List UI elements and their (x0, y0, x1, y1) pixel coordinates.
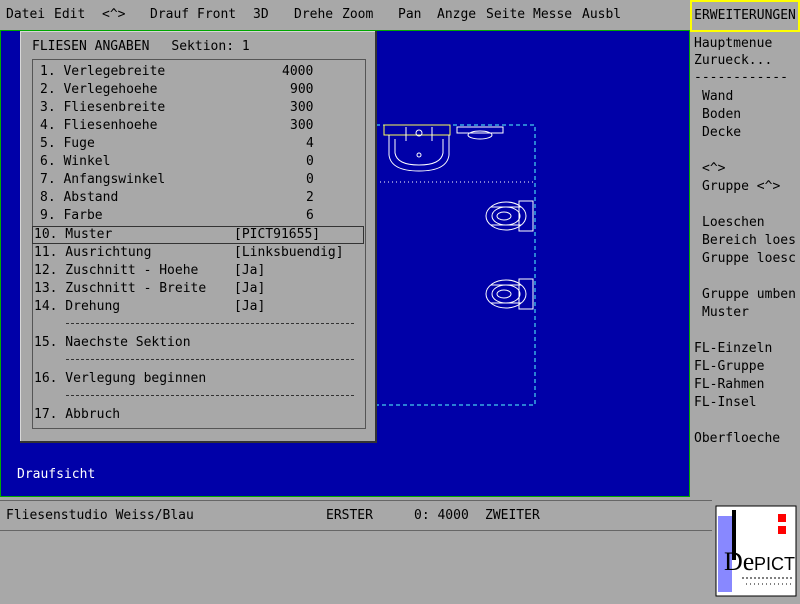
row-value: [Ja] (234, 263, 266, 278)
menu-anzge[interactable]: Anzge (437, 7, 476, 22)
sidebar-item-muster[interactable]: Muster (702, 305, 749, 320)
row-label: 5. Fuge (40, 136, 95, 151)
sidebar-item-gruppe-loeschen[interactable]: Gruppe loesc (702, 251, 796, 266)
sidebar-item-decke[interactable]: Decke (702, 125, 741, 140)
menu-zoom[interactable]: Zoom (342, 7, 373, 22)
command-area[interactable] (0, 530, 712, 601)
row-label: 12. Zuschnitt - Hoehe (34, 263, 199, 278)
sidebar-item-fl-rahmen[interactable]: FL-Rahmen (694, 377, 764, 392)
row-value: [Ja] (234, 281, 266, 296)
row-value: 4000 (282, 64, 314, 79)
sidebar-item-gruppe-select[interactable]: Gruppe <^> (702, 179, 780, 194)
next-section-label: 15. Naechste Sektion (34, 335, 191, 350)
row-value: [PICT91655] (234, 227, 321, 242)
menu-datei[interactable]: Datei (6, 7, 45, 22)
row-label: 11. Ausrichtung (34, 245, 152, 260)
project-name: Fliesenstudio Weiss/Blau (6, 508, 194, 523)
menu-3d[interactable]: 3D (253, 7, 269, 22)
right-sidebar: Hauptmenue Zurueck... ------------ Wand … (692, 30, 800, 500)
row-label: 4. Fliesenhoehe (40, 118, 158, 133)
status-bar: Fliesenstudio Weiss/Blau ERSTER 0: 4000 … (0, 500, 712, 531)
section-label: Sektion: 1 (171, 39, 250, 54)
sidebar-item-fl-insel[interactable]: FL-Insel (694, 395, 757, 410)
svg-text:PICT: PICT (754, 554, 795, 574)
sidebar-item-fl-einzeln[interactable]: FL-Einzeln (694, 341, 772, 356)
row-value: 6 (306, 208, 314, 223)
menu-edit[interactable]: Edit (54, 7, 85, 22)
sidebar-item-select[interactable]: <^> (702, 161, 725, 176)
row-value: 300 (290, 118, 314, 133)
sidebar-item-gruppe-umbenennen[interactable]: Gruppe umben (702, 287, 796, 302)
sidebar-item-oberflaeche[interactable]: Oberfloeche (694, 431, 780, 446)
sidebar-item-loeschen[interactable]: Loeschen (702, 215, 765, 230)
row-label: 3. Fliesenbreite (40, 100, 166, 115)
menu-drehe[interactable]: Drehe (294, 7, 333, 22)
separator (66, 323, 354, 324)
row-label: 8. Abstand (40, 190, 119, 205)
row-label: 9. Farbe (40, 208, 103, 223)
row-value: [Linksbuendig] (234, 245, 344, 260)
fliesen-dialog: FLIESEN ANGABEN Sektion: 1 1. Verlegebrei… (20, 31, 377, 443)
start-laying-label: 16. Verlegung beginnen (34, 371, 207, 386)
row-label: 13. Zuschnitt - Breite (34, 281, 207, 296)
sidebar-item-wand[interactable]: Wand (702, 89, 733, 104)
menu-bar: Datei Edit <^> Drauf Front 3D Drehe Zoom… (0, 0, 690, 30)
sidebar-separator: ------------ (694, 70, 788, 85)
view-label: Draufsicht (17, 467, 96, 482)
sidebar-item-hauptmenue[interactable]: Hauptmenue (694, 36, 772, 51)
menu-front[interactable]: Front (197, 7, 236, 22)
erweiterungen-button[interactable]: ERWEITERUNGEN (690, 0, 800, 32)
row-value: 4 (306, 136, 314, 151)
menu-pan[interactable]: Pan (398, 7, 421, 22)
second-label: ZWEITER (485, 508, 540, 523)
row-label: 6. Winkel (40, 154, 111, 169)
row-value: [Ja] (234, 299, 266, 314)
row-value: 0 (306, 154, 314, 169)
sidebar-item-fl-gruppe[interactable]: FL-Gruppe (694, 359, 764, 374)
sidebar-item-boden[interactable]: Boden (702, 107, 741, 122)
separator (66, 395, 354, 396)
separator (66, 359, 354, 360)
first-label: ERSTER (326, 508, 373, 523)
depict-logo-icon: De PICT (715, 505, 797, 597)
depict-logo: De PICT (712, 500, 800, 600)
row-label: 2. Verlegehoehe (40, 82, 158, 97)
svg-text:De: De (724, 547, 754, 576)
row-value: 0 (306, 172, 314, 187)
menu-ausbl[interactable]: Ausbl (582, 7, 621, 22)
cancel-label: 17. Abbruch (34, 407, 121, 422)
menu-select-toggle[interactable]: <^> (102, 7, 125, 22)
row-label: 1. Verlegebreite (40, 64, 166, 79)
sidebar-item-bereich-loeschen[interactable]: Bereich loes (702, 233, 796, 248)
row-value: 2 (306, 190, 314, 205)
coordinate-readout: 0: 4000 (414, 508, 469, 523)
menu-drauf[interactable]: Drauf (150, 7, 189, 22)
sink-icon (383, 124, 451, 136)
dialog-title: FLIESEN ANGABEN (32, 39, 150, 54)
sidebar-item-zurueck[interactable]: Zurueck... (694, 53, 772, 68)
dialog-header: FLIESEN ANGABEN Sektion: 1 (32, 39, 272, 54)
row-label: 7. Anfangswinkel (40, 172, 166, 187)
row-value: 900 (290, 82, 314, 97)
row-value: 300 (290, 100, 314, 115)
menu-messe[interactable]: Messe (533, 7, 572, 22)
row-label: 14. Drehung (34, 299, 121, 314)
menu-seite[interactable]: Seite (486, 7, 525, 22)
row-label: 10. Muster (34, 227, 113, 242)
